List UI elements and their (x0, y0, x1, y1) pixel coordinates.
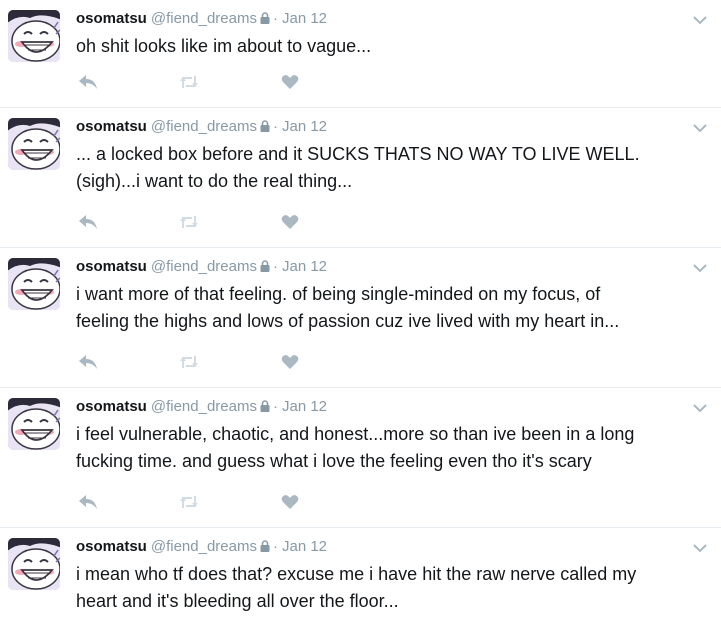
tweet-text: ... a locked box before and it SUCKS THA… (76, 144, 640, 191)
display-name[interactable]: osomatsu (76, 258, 147, 275)
chevron-down-icon[interactable] (693, 12, 707, 25)
tweet-text: i mean who tf does that? excuse me i hav… (76, 564, 637, 611)
cartoon-avatar-icon (8, 10, 60, 62)
lock-icon (260, 398, 270, 418)
heart-icon[interactable] (281, 74, 299, 95)
separator-dot: · (272, 538, 278, 555)
tweet-content: osomatsu @fiend_dreams · Jan 12 i feel vuln… (76, 397, 705, 475)
cartoon-avatar-icon (8, 538, 60, 590)
reply-icon[interactable] (78, 354, 98, 375)
username[interactable]: @fiend_dreams (151, 10, 257, 27)
lock-icon (260, 118, 270, 138)
tweet-content: osomatsu @fiend_dreams · Jan 12 ... a locke… (76, 117, 705, 195)
tweet[interactable]: osomatsu @fiend_dreams · Jan 12 i feel vuln… (0, 388, 721, 528)
tweet-text: i feel vulnerable, chaotic, and honest..… (76, 424, 635, 471)
separator-dot: · (272, 398, 278, 415)
tweet-header: osomatsu @fiend_dreams · Jan 12 (76, 537, 705, 558)
timestamp[interactable]: Jan 12 (282, 258, 327, 275)
reply-icon[interactable] (78, 494, 98, 515)
tweet-content: osomatsu @fiend_dreams · Jan 12 i want more… (76, 257, 705, 335)
cartoon-avatar-icon (8, 118, 60, 170)
reply-icon[interactable] (78, 74, 98, 95)
display-name[interactable]: osomatsu (76, 398, 147, 415)
reply-icon[interactable] (78, 214, 98, 235)
cartoon-avatar-icon (8, 398, 60, 450)
retweet-icon[interactable] (178, 494, 200, 515)
tweet-text: oh shit looks like im about to vague... (76, 36, 372, 56)
avatar[interactable] (8, 398, 60, 450)
lock-icon (260, 538, 270, 558)
tweet-content: osomatsu @fiend_dreams · Jan 12 oh shit loo… (76, 9, 705, 60)
username[interactable]: @fiend_dreams (151, 118, 257, 135)
retweet-icon[interactable] (178, 354, 200, 375)
tweet[interactable]: osomatsu @fiend_dreams · Jan 12 oh shit loo… (0, 0, 721, 108)
timestamp[interactable]: Jan 12 (282, 118, 327, 135)
lock-icon (260, 10, 270, 30)
timeline: osomatsu @fiend_dreams · Jan 12 oh shit loo… (0, 0, 721, 636)
tweet[interactable]: osomatsu @fiend_dreams · Jan 12 i want more… (0, 248, 721, 388)
lock-icon (260, 258, 270, 278)
retweet-icon[interactable] (178, 74, 200, 95)
chevron-down-icon[interactable] (693, 400, 707, 413)
username[interactable]: @fiend_dreams (151, 398, 257, 415)
chevron-down-icon[interactable] (693, 540, 707, 553)
heart-icon[interactable] (281, 494, 299, 515)
timestamp[interactable]: Jan 12 (282, 398, 327, 415)
avatar[interactable] (8, 258, 60, 310)
heart-icon[interactable] (281, 214, 299, 235)
chevron-down-icon[interactable] (693, 260, 707, 273)
avatar[interactable] (8, 538, 60, 590)
display-name[interactable]: osomatsu (76, 10, 147, 27)
username[interactable]: @fiend_dreams (151, 258, 257, 275)
avatar[interactable] (8, 10, 60, 62)
tweet-header: osomatsu @fiend_dreams · Jan 12 (76, 257, 705, 278)
tweet-header: osomatsu @fiend_dreams · Jan 12 (76, 117, 705, 138)
timestamp[interactable]: Jan 12 (282, 538, 327, 555)
username[interactable]: @fiend_dreams (151, 538, 257, 555)
separator-dot: · (272, 10, 278, 27)
heart-icon[interactable] (281, 354, 299, 375)
tweet-header: osomatsu @fiend_dreams · Jan 12 (76, 397, 705, 418)
tweet[interactable]: osomatsu @fiend_dreams · Jan 12 ... a locke… (0, 108, 721, 248)
separator-dot: · (272, 118, 278, 135)
display-name[interactable]: osomatsu (76, 538, 147, 555)
retweet-icon[interactable] (178, 214, 200, 235)
tweet[interactable]: osomatsu @fiend_dreams · Jan 12 i mean who … (0, 528, 721, 636)
tweet-header: osomatsu @fiend_dreams · Jan 12 (76, 9, 705, 30)
tweet-content: osomatsu @fiend_dreams · Jan 12 i mean who … (76, 537, 705, 615)
display-name[interactable]: osomatsu (76, 118, 147, 135)
separator-dot: · (272, 258, 278, 275)
tweet-text: i want more of that feeling. of being si… (76, 284, 620, 331)
chevron-down-icon[interactable] (693, 120, 707, 133)
timestamp[interactable]: Jan 12 (282, 10, 327, 27)
cartoon-avatar-icon (8, 258, 60, 310)
avatar[interactable] (8, 118, 60, 170)
